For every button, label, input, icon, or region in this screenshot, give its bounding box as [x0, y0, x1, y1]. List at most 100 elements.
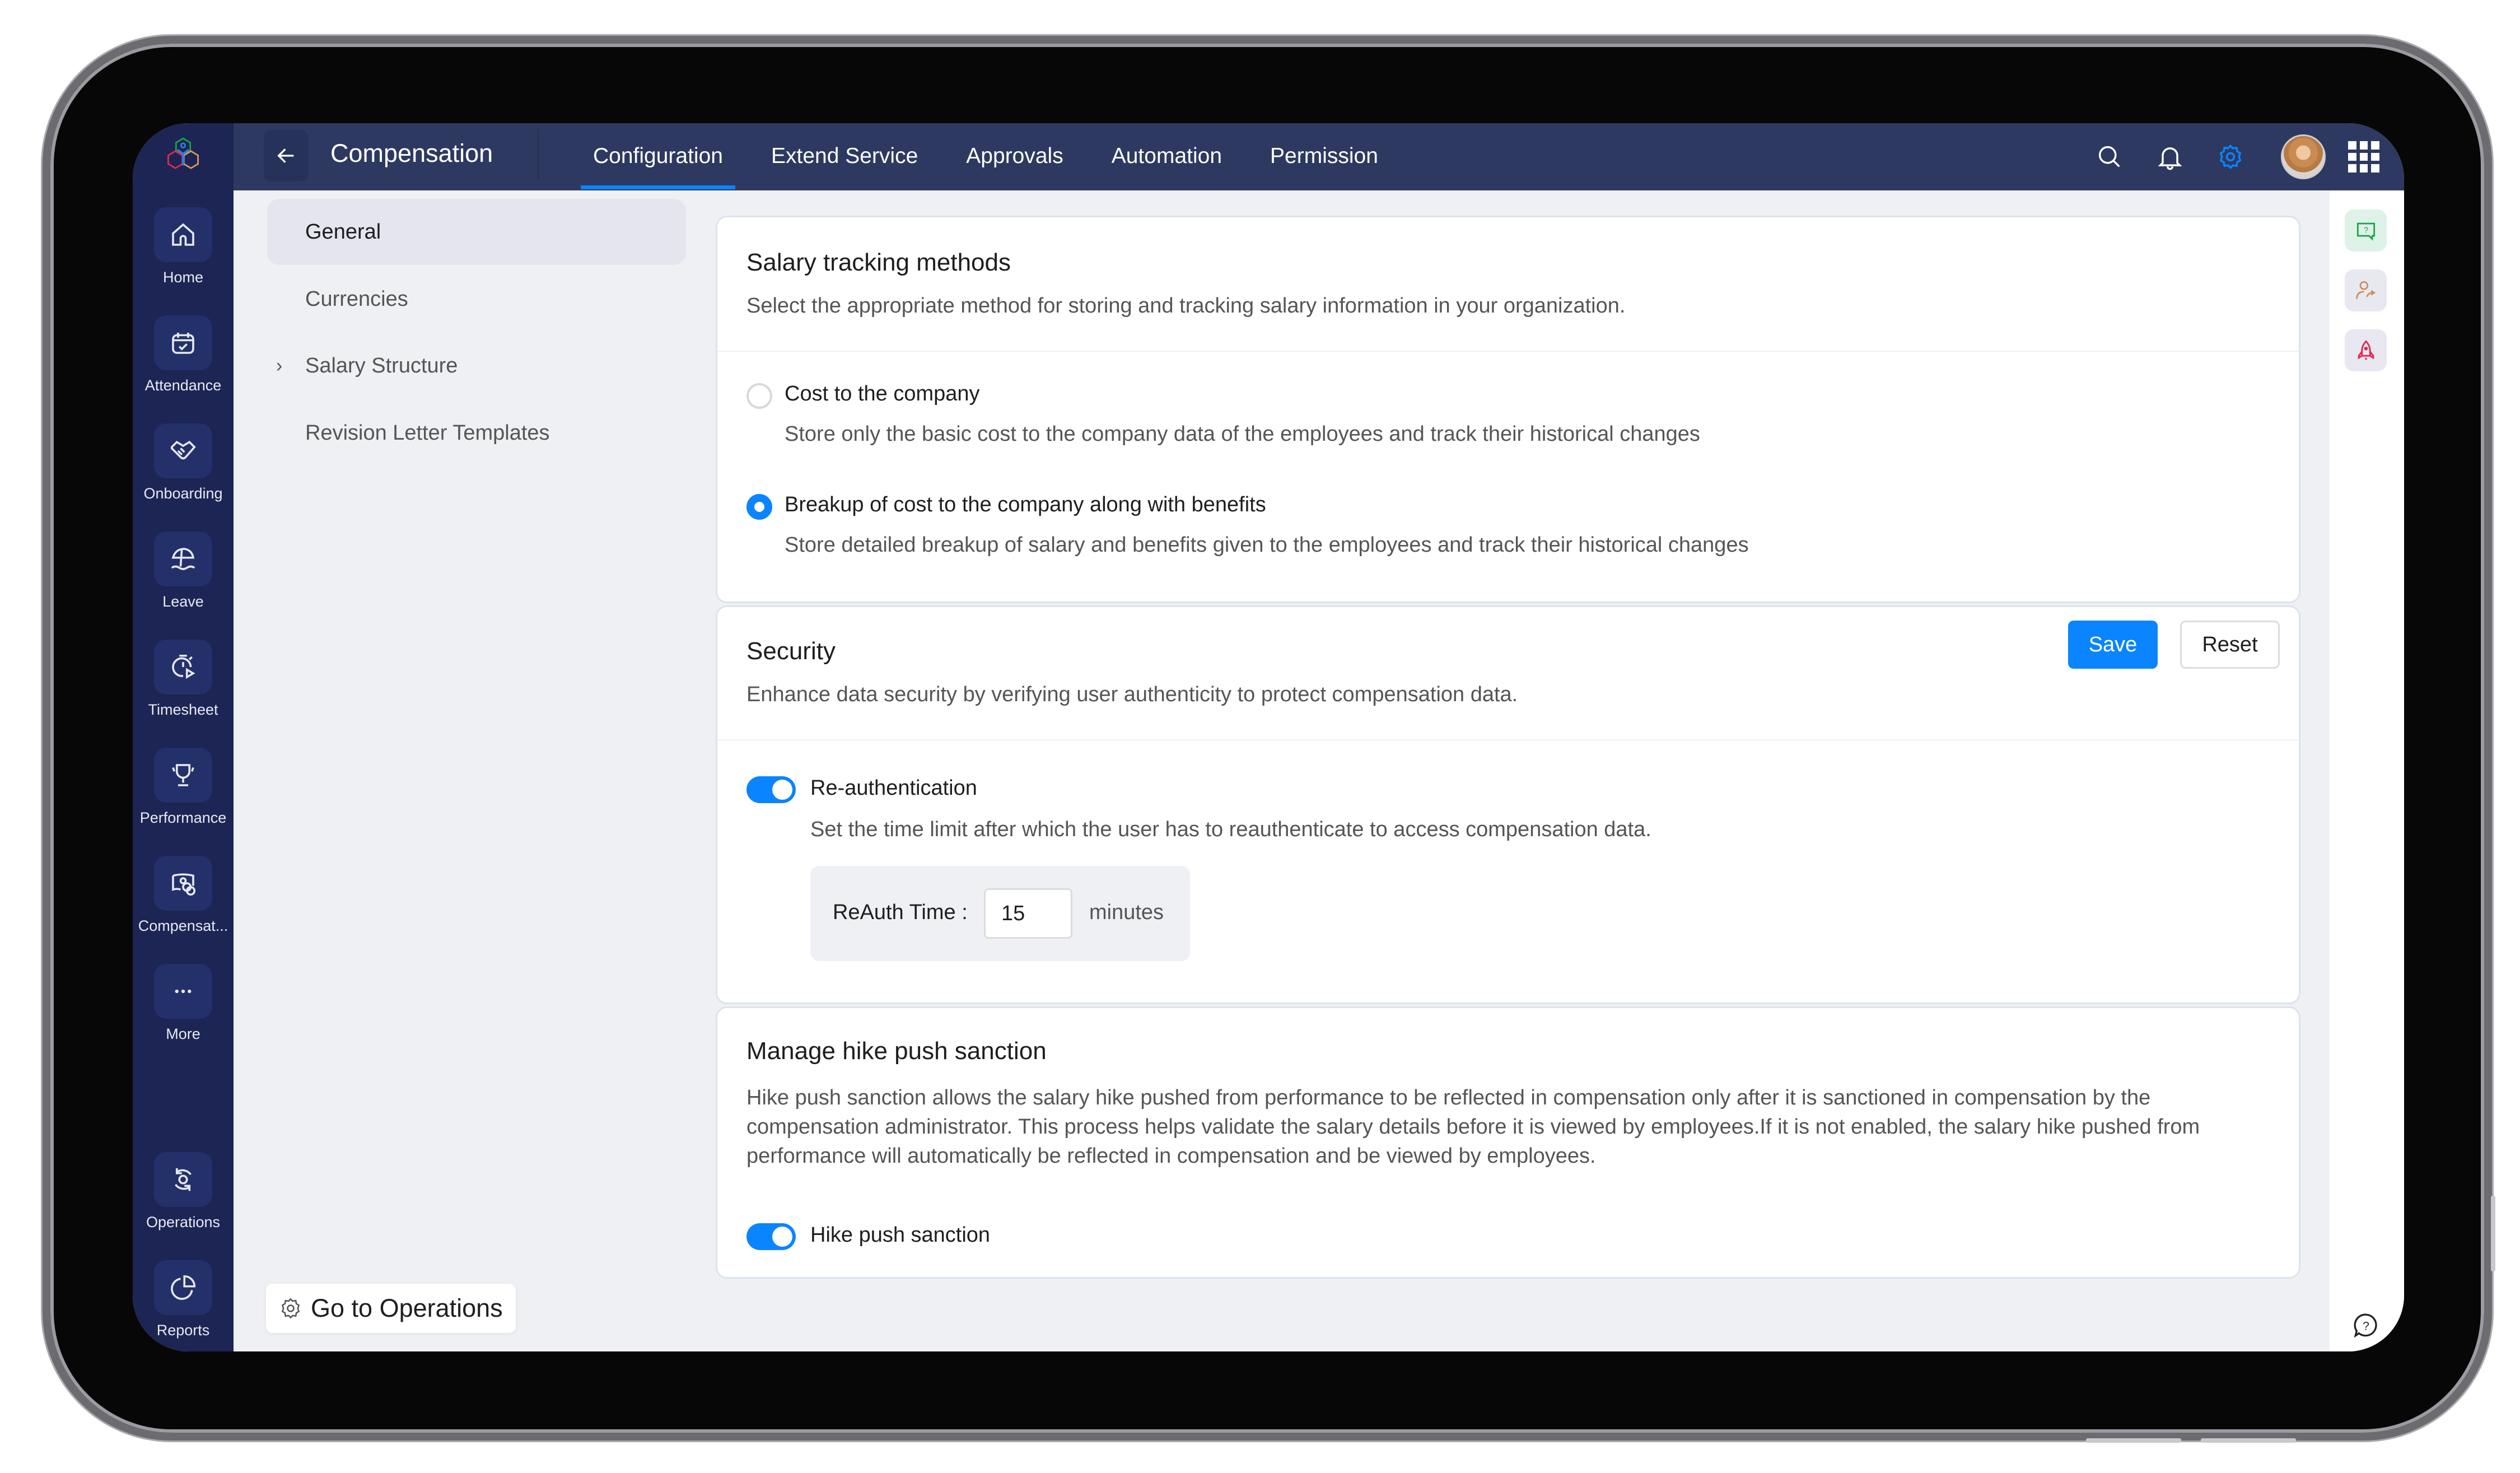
sidebar-item-label: More [166, 1025, 200, 1042]
config-subnav: General Currencies › Salary Structure Re… [234, 190, 703, 1351]
reauth-time-label: ReAuth Time : [833, 901, 968, 924]
card-description: Select the appropriate method for storin… [746, 294, 1626, 318]
header-tabs: Configuration Extend Service Approvals A… [581, 123, 1414, 190]
hike-push-sanction-toggle[interactable] [746, 1223, 796, 1250]
rocket-button[interactable] [2345, 329, 2387, 371]
sidebar-item-label: Operations [146, 1214, 221, 1230]
help-chat-button[interactable]: ? [2345, 209, 2387, 251]
sidebar-item-compensation[interactable]: Compensat... [133, 856, 234, 935]
device-volume-button [2086, 1438, 2181, 1443]
header-actions [2066, 123, 2379, 190]
handshake-icon [170, 440, 196, 460]
toggle-label: Re-authentication [810, 776, 977, 800]
help-chat-icon: ? [2356, 222, 2375, 241]
option-description: Store detailed breakup of salary and ben… [785, 533, 1749, 557]
tab-extend-service[interactable]: Extend Service [759, 123, 930, 190]
subnav-item-label: Salary Structure [305, 354, 458, 377]
user-share-icon [2355, 281, 2376, 299]
card-title: Manage hike push sanction [746, 1037, 1047, 1065]
subnav-item-salary-structure[interactable]: › Salary Structure [267, 333, 686, 399]
tab-automation[interactable]: Automation [1099, 123, 1234, 190]
sidebar-item-label: Home [162, 269, 204, 286]
sidebar-item-attendance[interactable]: Attendance [133, 315, 234, 394]
app-screen: Home Attendance Onboarding Leave Timeshe… [133, 123, 2404, 1351]
sidebar-item-label: Attendance [144, 377, 222, 394]
sidebar-item-more[interactable]: More [133, 964, 234, 1043]
sidebar-item-label: Onboarding [143, 485, 223, 502]
gear-icon [2219, 144, 2242, 169]
stopwatch-icon [172, 654, 195, 679]
sidebar-item-reports[interactable]: Reports [133, 1260, 234, 1339]
sidebar-item-label: Compensat... [138, 917, 228, 934]
security-card: Security Save Reset Enhance data securit… [716, 605, 2300, 1004]
card-title: Security [746, 637, 836, 665]
svg-text:?: ? [2363, 1320, 2369, 1332]
go-to-operations-label: Go to Operations [311, 1294, 503, 1322]
sidebar-item-label: Timesheet [148, 701, 218, 718]
operations-icon [175, 1168, 192, 1191]
toggle-label: Hike push sanction [810, 1223, 991, 1247]
gear-icon [281, 1298, 300, 1319]
hike-sanction-card: Manage hike push sanction Hike push sanc… [716, 1006, 2300, 1279]
search-icon [2098, 146, 2120, 167]
card-description: Enhance data security by verifying user … [746, 683, 1518, 706]
search-button[interactable] [2093, 140, 2126, 174]
calendar-check-icon [172, 333, 194, 354]
option-description: Store only the basic cost to the company… [785, 422, 1700, 446]
reset-button[interactable]: Reset [2180, 621, 2280, 669]
tab-approvals[interactable]: Approvals [954, 123, 1075, 190]
tab-configuration[interactable]: Configuration [581, 123, 735, 190]
divider [538, 129, 539, 179]
sidebar-item-timesheet[interactable]: Timesheet [133, 640, 234, 719]
toggle-description: Set the time limit after which the user … [810, 818, 1651, 841]
svg-text:?: ? [2363, 226, 2368, 235]
salary-tracking-card: Salary tracking methods Select the appro… [716, 216, 2300, 603]
reauth-time-input[interactable] [984, 888, 1072, 939]
home-icon [172, 223, 194, 246]
card-title: Salary tracking methods [746, 249, 1011, 276]
subnav-item-revision-letter-templates[interactable]: Revision Letter Templates [267, 400, 686, 466]
bell-icon [2158, 147, 2182, 170]
sidebar-item-home[interactable]: Home [133, 207, 234, 286]
radio-breakup-with-benefits[interactable] [746, 494, 772, 520]
beach-umbrella-icon [171, 548, 195, 570]
sidebar-item-onboarding[interactable]: Onboarding [133, 423, 234, 502]
user-share-button[interactable] [2345, 269, 2387, 311]
subnav-item-label: Currencies [305, 287, 408, 311]
reauth-time-unit: minutes [1089, 901, 1164, 924]
save-button[interactable]: Save [2068, 621, 2158, 669]
hexagon-cluster-logo[interactable] [162, 136, 204, 178]
apps-grid-icon[interactable] [2348, 141, 2379, 173]
tab-permission[interactable]: Permission [1258, 123, 1390, 190]
back-button[interactable] [264, 130, 309, 181]
help-bubble-icon[interactable]: ? [2352, 1311, 2380, 1339]
right-rail: ? ? [2330, 190, 2404, 1351]
option-label: Breakup of cost to the company along wit… [785, 493, 1266, 516]
reauthentication-toggle[interactable] [746, 776, 796, 803]
card-description: Hike push sanction allows the salary hik… [746, 1086, 2200, 1168]
pie-chart-icon [171, 1275, 196, 1300]
sidebar-item-label: Leave [162, 593, 204, 610]
chevron-right-icon[interactable]: › [276, 333, 282, 399]
notifications-button[interactable] [2153, 140, 2187, 174]
settings-button[interactable] [2214, 140, 2247, 174]
device-side-button [2491, 1196, 2495, 1271]
sidebar-item-leave[interactable]: Leave [133, 532, 234, 610]
sidebar-item-label: Reports [156, 1322, 210, 1339]
subnav-item-label: Revision Letter Templates [305, 421, 550, 445]
arrow-left-icon [277, 148, 294, 163]
avatar[interactable] [2281, 134, 2326, 179]
app-sidebar: Home Attendance Onboarding Leave Timeshe… [133, 123, 234, 1351]
radio-cost-to-company[interactable] [746, 383, 772, 409]
subnav-item-general[interactable]: General [267, 199, 686, 265]
subnav-item-currencies[interactable]: Currencies [267, 266, 686, 332]
sidebar-item-performance[interactable]: Performance [133, 748, 234, 827]
sidebar-item-label: Performance [139, 809, 227, 826]
sidebar-item-operations[interactable]: Operations [133, 1152, 234, 1231]
top-header: Compensation Configuration Extend Servic… [234, 123, 2404, 190]
app-title: Compensation [330, 139, 493, 167]
device-volume-button [2201, 1438, 2296, 1443]
more-dots-icon [175, 989, 192, 994]
option-label: Cost to the company [785, 382, 980, 405]
go-to-operations-button[interactable]: Go to Operations [266, 1284, 516, 1333]
